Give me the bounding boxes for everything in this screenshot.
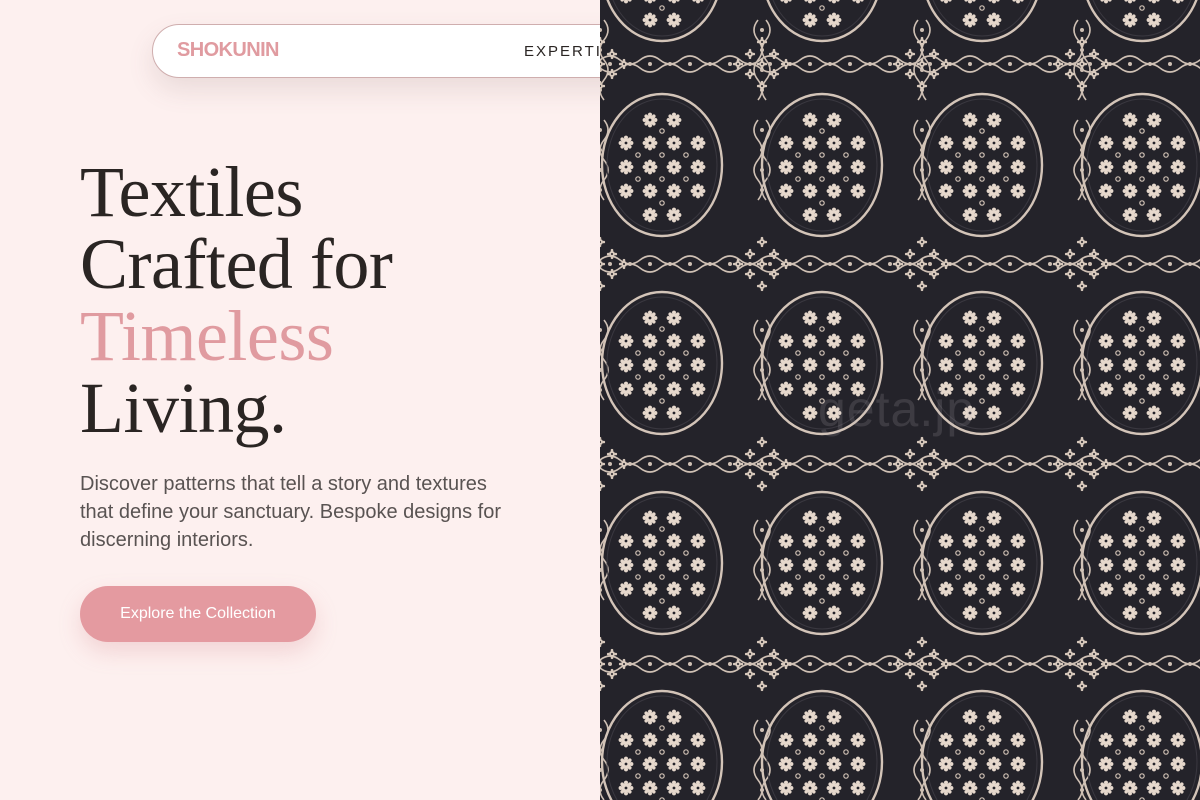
explore-collection-button[interactable]: Explore the Collection (80, 586, 316, 642)
headline-line-4: Living. (80, 368, 287, 448)
page: Textiles Crafted for Timeless Living. Di… (0, 0, 1200, 800)
hero-description: Discover patterns that tell a story and … (80, 473, 501, 551)
textile-pattern (600, 0, 1200, 800)
headline-line-1: Textiles (80, 152, 303, 232)
hero-section: Textiles Crafted for Timeless Living. Di… (80, 156, 560, 554)
hero-headline: Textiles Crafted for Timeless Living. (80, 156, 560, 444)
headline-line-3-accent: Timeless (80, 296, 334, 376)
textile-image: geta.jp (600, 0, 1200, 800)
brand-logo[interactable]: SHOKUNIN (177, 39, 279, 62)
headline-line-2: Crafted for (80, 224, 393, 304)
